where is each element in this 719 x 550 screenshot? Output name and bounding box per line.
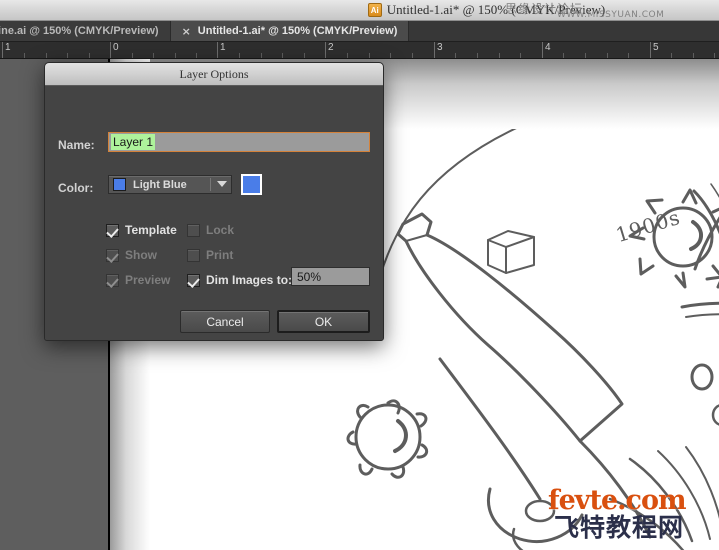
checkbox-dim-images[interactable]: Dim Images to: <box>187 273 292 287</box>
illustrator-window: Ai Untitled-1.ai* @ 150% (CMYK/Preview) … <box>0 0 719 550</box>
ruler-tick-major <box>110 42 111 59</box>
checkbox-label: Print <box>206 248 233 262</box>
checkbox-label: Show <box>125 248 157 262</box>
ruler-label: 1 <box>5 42 11 53</box>
dialog-body: Name: Layer 1 Color: Light Blue Template… <box>45 86 383 341</box>
checkbox-lock: Lock <box>187 223 234 237</box>
checkbox-show: Show <box>106 248 157 262</box>
checkbox-box[interactable] <box>106 224 119 237</box>
checkbox-label: Preview <box>125 273 170 287</box>
document-tab-untitled-1[interactable]: × Untitled-1.ai* @ 150% (CMYK/Preview) <box>171 21 410 41</box>
ruler-label: 4 <box>545 42 551 53</box>
window-title-group: Ai Untitled-1.ai* @ 150% (CMYK/Preview) <box>368 2 606 18</box>
checkbox-box <box>106 249 119 262</box>
close-icon[interactable]: × <box>182 26 191 37</box>
ruler-label: 2 <box>328 42 334 53</box>
illustrator-ai-icon: Ai <box>368 3 382 17</box>
dialog-titlebar[interactable]: Layer Options <box>45 63 383 86</box>
cancel-button[interactable]: Cancel <box>180 310 270 333</box>
chevron-down-icon[interactable] <box>217 181 227 187</box>
checkbox-template[interactable]: Template <box>106 223 177 237</box>
ruler-label: 1 <box>220 42 226 53</box>
dialog-title: Layer Options <box>180 67 249 82</box>
window-titlebar: Ai Untitled-1.ai* @ 150% (CMYK/Preview) … <box>0 0 719 21</box>
color-label: Color: <box>58 181 93 195</box>
ruler-tick-major <box>542 42 543 59</box>
checkbox-preview: Preview <box>106 273 170 287</box>
ruler-tick-major <box>434 42 435 59</box>
checkbox-print: Print <box>187 248 233 262</box>
dim-images-input[interactable]: 50% <box>291 267 370 286</box>
ruler-tick-major <box>650 42 651 59</box>
checkbox-box <box>106 274 119 287</box>
checkbox-box <box>187 249 200 262</box>
dim-images-value: 50% <box>297 270 321 284</box>
document-tab-label: Untitled-1.ai* @ 150% (CMYK/Preview) <box>198 25 398 37</box>
ok-button[interactable]: OK <box>277 310 370 333</box>
layer-name-value: Layer 1 <box>111 134 155 150</box>
layer-color-dropdown[interactable]: Light Blue <box>108 175 232 194</box>
document-tab-label: line.ai @ 150% (CMYK/Preview) <box>0 25 159 37</box>
checkbox-label: Dim Images to: <box>206 273 292 287</box>
ruler-tick-major <box>2 42 3 59</box>
checkbox-label: Lock <box>206 223 234 237</box>
ruler-tick-major <box>217 42 218 59</box>
checkbox-box[interactable] <box>187 274 200 287</box>
ruler-label: 5 <box>653 42 659 53</box>
document-tab-strip: line.ai @ 150% (CMYK/Preview) × Untitled… <box>0 21 719 42</box>
dropdown-separator <box>210 178 211 191</box>
layer-color-value: Light Blue <box>133 179 187 191</box>
checkbox-box <box>187 224 200 237</box>
document-tab-line-ai[interactable]: line.ai @ 150% (CMYK/Preview) <box>0 21 171 41</box>
layer-name-input[interactable]: Layer 1 <box>108 132 370 152</box>
layer-color-swatch[interactable] <box>241 174 262 195</box>
layer-options-dialog: Layer Options Name: Layer 1 Color: Light… <box>44 62 384 341</box>
ruler-label: 0 <box>113 42 119 53</box>
ruler-tick-major <box>325 42 326 59</box>
horizontal-ruler[interactable]: 1 0 1 2 3 4 5 <box>0 42 719 59</box>
name-label: Name: <box>58 138 95 152</box>
checkbox-label: Template <box>125 223 177 237</box>
ruler-label: 3 <box>437 42 443 53</box>
color-chip-icon <box>113 178 126 191</box>
window-title: Untitled-1.ai* @ 150% (CMYK/Preview) <box>387 2 606 18</box>
